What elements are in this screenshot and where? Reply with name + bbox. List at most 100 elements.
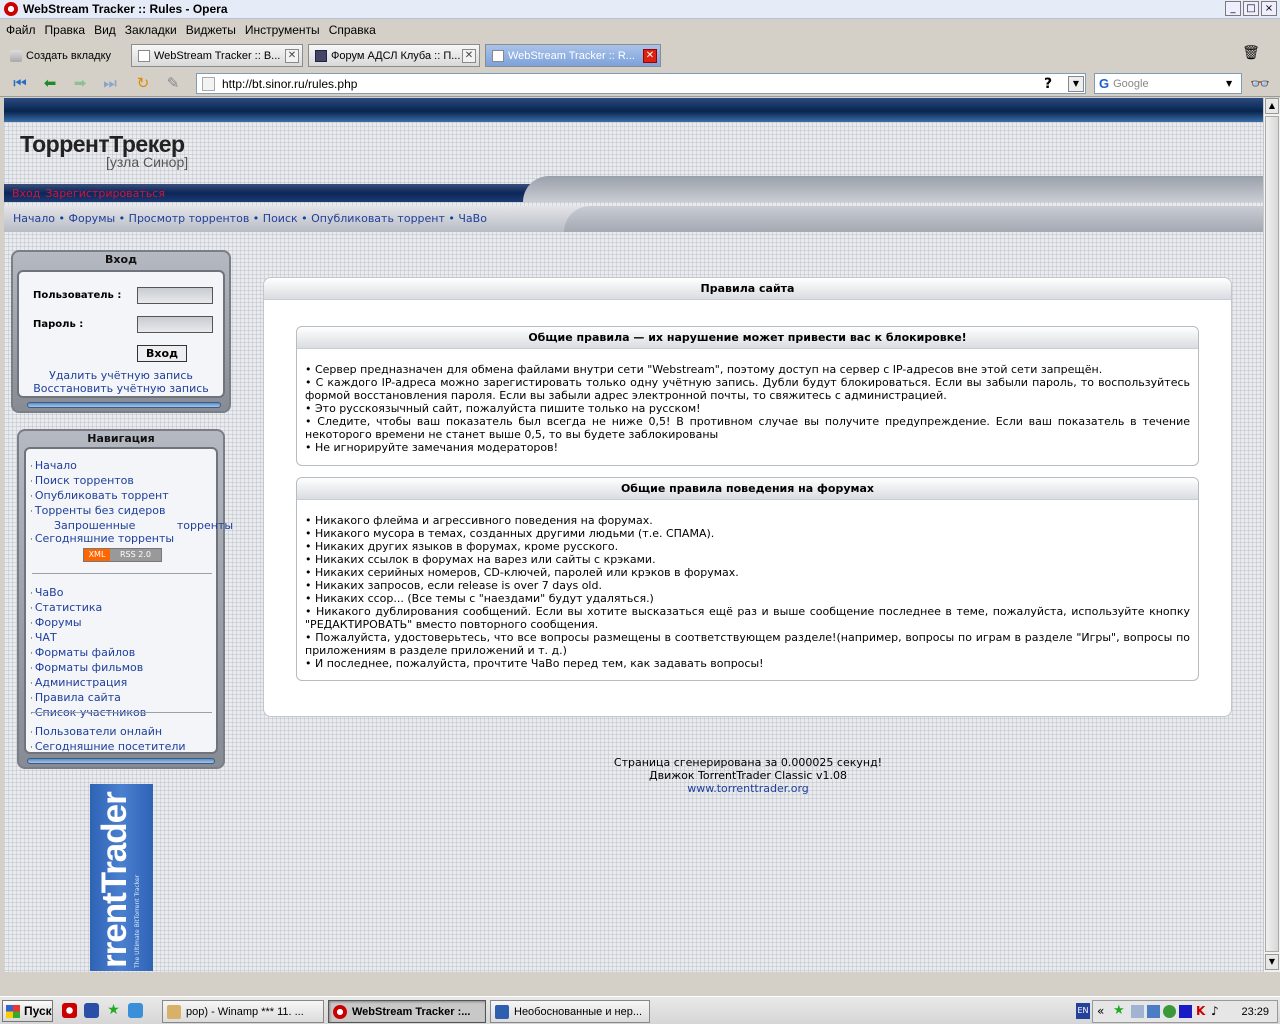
task-opera[interactable]: WebStream Tracker :... [328,1000,486,1023]
nav-group-torrents: · Начало · Поиск торрентов · Опубликовать т… [30,459,234,545]
nav-link-home[interactable]: Начало [13,212,55,225]
nav-item-forums[interactable]: Форумы [35,616,82,629]
globe-icon[interactable] [1163,1005,1176,1018]
page-footer: Страница сгенерирована за 0.000025 секун… [404,756,1092,795]
new-tab-button[interactable]: Создать вкладку [4,44,125,67]
restore-account-link[interactable]: Восстановить учётную запись [33,382,209,395]
save-icon[interactable] [84,1003,99,1018]
ie-icon[interactable] [128,1003,143,1018]
nav-item-movie-formats[interactable]: Форматы фильмов [35,661,143,674]
speaker-icon[interactable]: ♪ [1211,1004,1219,1018]
language-indicator[interactable]: EN [1076,1003,1090,1019]
chevron-down-icon[interactable]: ▼ [1068,76,1084,92]
search-placeholder: Google [1113,77,1149,90]
footer-link[interactable]: www.torrenttrader.org [687,782,809,795]
nav-item-file-formats[interactable]: Форматы файлов [35,646,135,659]
reload-icon[interactable]: ↻ [133,74,153,92]
username-input[interactable] [137,287,213,304]
search-dropdown-icon[interactable]: ▼ [1226,79,1232,88]
back-icon[interactable]: ⬅ [40,74,60,92]
nav-link-upload[interactable]: Опубликовать торрент [311,212,445,225]
nav-item-visitors[interactable]: Сегодняшние посетители [35,740,186,753]
general-rules-box: Общие правила — их нарушение может приве… [296,326,1199,466]
trash-icon[interactable]: 🗑 [1242,45,1260,63]
scroll-down-icon[interactable]: ▼ [1265,954,1279,970]
rewind-icon[interactable]: ⏮ [10,74,30,92]
close-window-button[interactable]: × [1261,1,1277,16]
nav-group-info: · ЧаВо · Статистика · Форумы · ЧАТ · Форматы … [30,586,147,719]
nav-item-admins[interactable]: Администрация [35,676,127,689]
footer-engine: Движок TorrentTrader Classic v1.08 [649,769,847,782]
help-icon[interactable]: ? [1044,76,1052,92]
menu-view[interactable]: Вид [94,23,116,37]
rss-badge[interactable]: XML RSS 2.0 [83,548,162,562]
nav-item-stats[interactable]: Статистика [35,601,102,614]
password-input[interactable] [137,316,213,333]
fast-forward-icon[interactable]: ⏭ [100,74,120,92]
nav-item-online[interactable]: Пользователи онлайн [35,725,162,738]
menu-widgets[interactable]: Виджеты [186,23,236,37]
menu-bookmarks[interactable]: Закладки [125,23,177,37]
menu-edit[interactable]: Правка [45,23,86,37]
menu-help[interactable]: Справка [329,23,376,37]
scroll-up-icon[interactable]: ▲ [1265,98,1279,114]
footer-generated: Страница сгенерирована за 0.000025 секун… [613,756,883,769]
login-submit-button[interactable]: Вход [137,345,187,362]
search-field[interactable]: G Google [1094,73,1242,94]
address-field[interactable]: http://bt.sinor.ru/rules.php [196,73,1086,94]
maximize-button[interactable]: □ [1243,1,1259,16]
start-label: Пуск [24,1004,52,1018]
task-word[interactable]: Необоснованные и нер... [490,1000,650,1023]
decorative-wave [523,176,1263,202]
document-icon [495,1004,509,1019]
network-icon[interactable] [1147,1005,1160,1018]
tab-adsl-forum[interactable]: Форум АДСЛ Клуба :: П... ✕ [308,44,480,67]
nav-item-faq[interactable]: ЧаВо [35,586,64,599]
nav-item-rules[interactable]: Правила сайта [35,691,121,704]
nav-item-upload[interactable]: Опубликовать торрент [35,489,169,502]
network-icon[interactable] [1131,1005,1144,1018]
login-link[interactable]: Вход [12,187,40,200]
minimize-button[interactable]: _ [1225,1,1241,16]
vertical-scrollbar[interactable]: ▲ ▼ [1263,98,1280,972]
password-label: Пароль : [33,319,84,330]
menu-file[interactable]: Файл [6,23,36,37]
register-link[interactable]: Зарегистрироваться [45,187,165,200]
delete-account-link[interactable]: Удалить учётную запись [49,369,193,382]
torrenttrader-banner[interactable]: rrentTrader The Ultimate BitTorrent Trac… [90,784,153,971]
nav-item-chat[interactable]: ЧАТ [35,631,57,644]
nav-item-search-torrents[interactable]: Поиск торрентов [35,474,134,487]
login-box-inner: Пользователь : Пароль : Вход Удалить учё… [17,270,225,398]
rules-panel-title: Правила сайта [264,278,1231,300]
menu-tools[interactable]: Инструменты [245,23,320,37]
nav-link-forums[interactable]: Форумы [69,212,116,225]
task-winamp[interactable]: pop) - Winamp *** 11. ... [162,1000,324,1023]
close-tab-icon[interactable]: ✕ [462,49,476,63]
chevron-left-icon[interactable]: « [1097,1004,1104,1018]
antivirus-icon[interactable]: K [1196,1004,1205,1018]
tab-webstream-rules[interactable]: WebStream Tracker :: R... ✕ [485,44,661,67]
forward-icon[interactable]: ➡ [70,74,90,92]
nav-item-requested[interactable]: Запрошенные торренты [54,519,233,532]
nav-link-browse[interactable]: Просмотр торрентов [129,212,250,225]
banner-subtext: The Ultimate BitTorrent Tracker [134,874,141,968]
media-icon[interactable] [1179,1005,1192,1018]
rule-item: • Никакого мусора в темах, созданных дру… [305,527,715,540]
close-tab-icon[interactable]: ✕ [643,49,657,63]
windows-logo-icon [6,1004,20,1018]
glasses-icon[interactable]: 👓 [1250,74,1270,93]
star-icon[interactable]: ★ [106,1003,121,1018]
tab-webstream-1[interactable]: WebStream Tracker :: В... ✕ [131,44,303,67]
opera-icon[interactable] [62,1003,77,1018]
nav-item-home[interactable]: Начало [35,459,77,472]
nav-item-today[interactable]: Сегодняшние торренты [35,532,174,545]
nav-item-no-seeders[interactable]: Торренты без сидеров [35,504,166,517]
nav-link-search[interactable]: Поиск [263,212,298,225]
start-button[interactable]: Пуск [2,1000,53,1022]
rule-item: • Никакого флейма и агрессивного поведен… [305,514,653,527]
nav-link-faq[interactable]: ЧаВо [458,212,487,225]
edit-icon[interactable]: ✎ [163,74,183,92]
scroll-thumb[interactable] [1265,116,1279,952]
star-tray-icon[interactable]: ★ [1113,1004,1127,1018]
close-tab-icon[interactable]: ✕ [285,49,299,63]
